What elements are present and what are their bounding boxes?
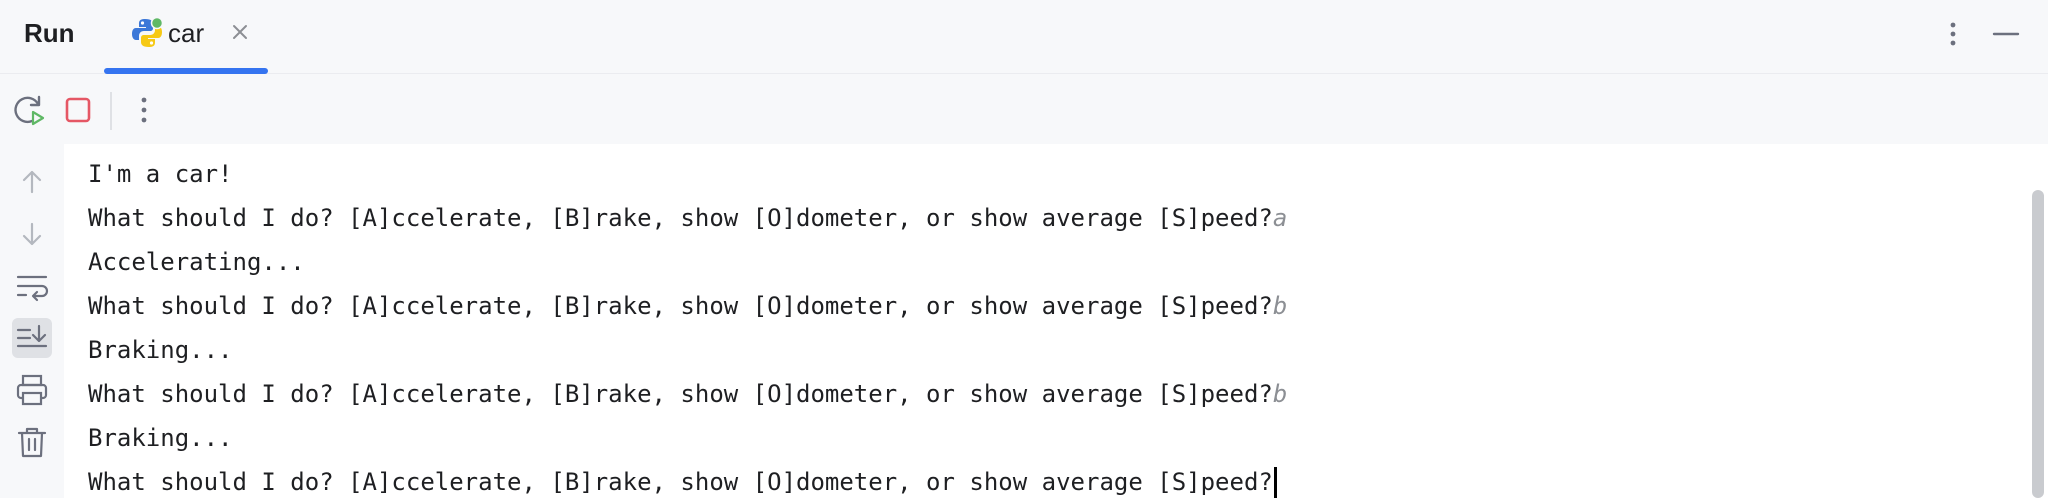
scroll-to-end-icon[interactable] xyxy=(12,318,52,358)
console-line: What should I do? [A]ccelerate, [B]rake,… xyxy=(88,460,1287,498)
arrow-up-icon[interactable] xyxy=(12,162,52,202)
more-vertical-icon[interactable] xyxy=(1938,16,1968,52)
console-line: Accelerating... xyxy=(88,240,1287,284)
print-icon[interactable] xyxy=(12,370,52,410)
tab-label: car xyxy=(168,18,205,48)
minimize-icon[interactable] xyxy=(1988,16,2024,52)
output-text: Accelerating... xyxy=(88,248,305,276)
close-icon[interactable] xyxy=(226,18,254,46)
stop-icon[interactable] xyxy=(58,90,98,130)
console-line: What should I do? [A]ccelerate, [B]rake,… xyxy=(88,196,1287,240)
user-input: b xyxy=(1272,292,1288,320)
rerun-icon[interactable] xyxy=(8,90,48,130)
tool-window-title: Run xyxy=(24,18,75,48)
console-gutter xyxy=(0,144,64,498)
console-line: Braking... xyxy=(88,328,1287,372)
scrollbar-thumb[interactable] xyxy=(2032,190,2044,498)
console-line: Braking... xyxy=(88,416,1287,460)
toolbar-separator xyxy=(110,92,112,130)
tab-car[interactable]: car xyxy=(104,0,268,74)
console-lines: I'm a car! What should I do? [A]ccelerat… xyxy=(88,152,1287,498)
console-line: What should I do? [A]ccelerate, [B]rake,… xyxy=(88,372,1287,416)
user-input: a xyxy=(1272,204,1288,232)
console-output[interactable]: I'm a car! What should I do? [A]ccelerat… xyxy=(64,144,2026,498)
output-text: What should I do? [A]ccelerate, [B]rake,… xyxy=(88,204,1273,232)
output-text: What should I do? [A]ccelerate, [B]rake,… xyxy=(88,292,1273,320)
output-text: Braking... xyxy=(88,424,233,452)
arrow-down-icon[interactable] xyxy=(12,214,52,254)
more-vertical-icon[interactable] xyxy=(124,90,164,130)
run-header: Run car xyxy=(0,0,2048,74)
run-tool-window: Run car I'm a car! What should I do? [A]… xyxy=(0,0,2048,498)
console-line: I'm a car! xyxy=(88,152,1287,196)
user-input: b xyxy=(1272,380,1288,408)
text-caret xyxy=(1273,467,1277,498)
python-icon xyxy=(130,16,164,50)
run-toolbar xyxy=(0,74,2048,144)
output-text: What should I do? [A]ccelerate, [B]rake,… xyxy=(88,468,1273,496)
output-text: I'm a car! xyxy=(88,160,233,188)
output-text: What should I do? [A]ccelerate, [B]rake,… xyxy=(88,380,1273,408)
output-text: Braking... xyxy=(88,336,233,364)
soft-wrap-icon[interactable] xyxy=(12,266,52,306)
trash-icon[interactable] xyxy=(12,422,52,462)
console-line: What should I do? [A]ccelerate, [B]rake,… xyxy=(88,284,1287,328)
